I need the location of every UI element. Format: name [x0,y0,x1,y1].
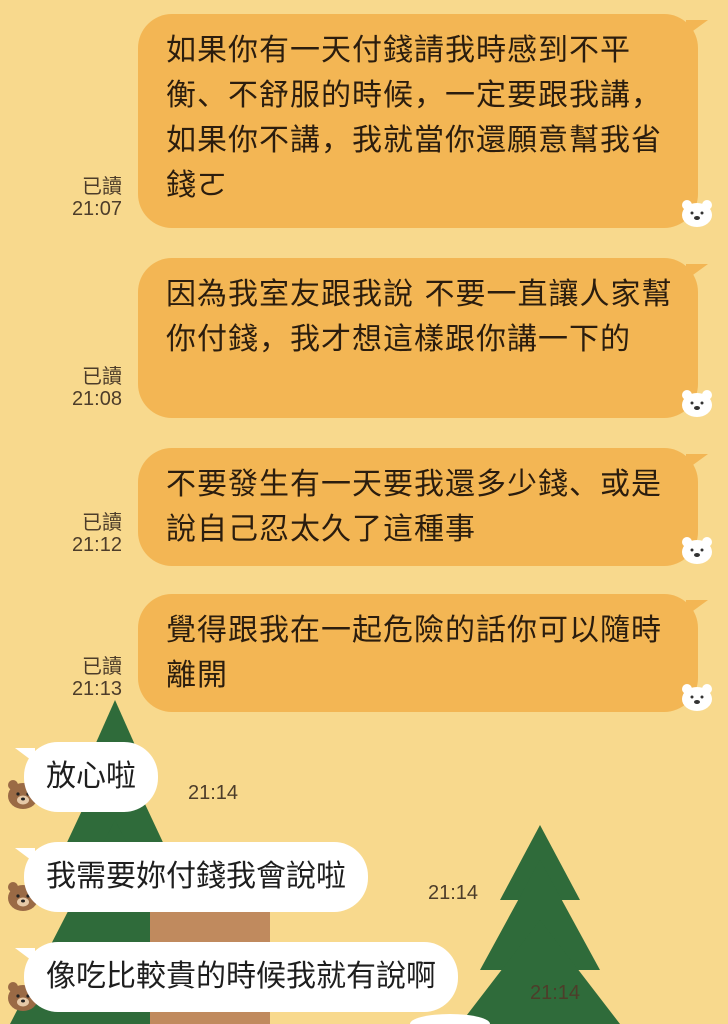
read-receipt: 已讀 [82,366,122,388]
message-text: 不要發生有一天要我還多少錢、或是說自己忍太久了這種事 [166,467,662,547]
sent-message-bubble[interactable]: 如果你有一天付錢請我時感到不平衡、不舒服的時候，一定要跟我講，如果你不講，我就當… [138,14,708,228]
read-receipt: 已讀 [82,656,122,678]
message-timestamp: 21:14 [530,982,581,1004]
message-timestamp: 21:07 [71,198,122,220]
message-text: 因為我室友跟我說 不要一直讓人家幫你付錢，我才想這樣跟你講一下的 [166,277,673,357]
received-message-bubble[interactable]: 像吃比較貴的時候我就有說啊 [15,942,458,1012]
sent-message-bubble[interactable]: 不要發生有一天要我還多少錢、或是說自己忍太久了這種事 [138,448,708,566]
message-timestamp: 21:08 [71,388,122,410]
polar-bear-icon [682,684,712,711]
read-receipt: 已讀 [82,176,122,198]
sent-message-bubble[interactable]: 覺得跟我在一起危險的話你可以隨時離開 [138,594,708,712]
polar-bear-icon [682,537,712,564]
polar-bear-icon [682,390,712,417]
message-timestamp: 21:14 [188,782,239,804]
received-message-bubble[interactable]: 放心啦 [15,742,158,812]
message-text: 放心啦 [46,759,136,794]
message-text: 我需要妳付錢我會說啦 [46,859,346,894]
message-text: 如果你有一天付錢請我時感到不平衡、不舒服的時候，一定要跟我講，如果你不講，我就當… [166,33,662,203]
message-text: 覺得跟我在一起危險的話你可以隨時離開 [166,613,662,693]
read-receipt: 已讀 [82,512,122,534]
message-timestamp: 21:14 [428,882,479,904]
message-timestamp: 21:12 [71,534,122,556]
sent-message-bubble[interactable]: 因為我室友跟我說 不要一直讓人家幫你付錢，我才想這樣跟你講一下的 [138,258,708,418]
message-text: 像吃比較貴的時候我就有說啊 [46,959,436,994]
polar-bear-icon [682,200,712,227]
received-message-bubble[interactable]: 我需要妳付錢我會說啦 [15,842,368,912]
message-timestamp: 21:13 [71,678,122,700]
chat-area[interactable]: 如果你有一天付錢請我時感到不平衡、不舒服的時候，一定要跟我講，如果你不講，我就當… [0,0,728,1024]
